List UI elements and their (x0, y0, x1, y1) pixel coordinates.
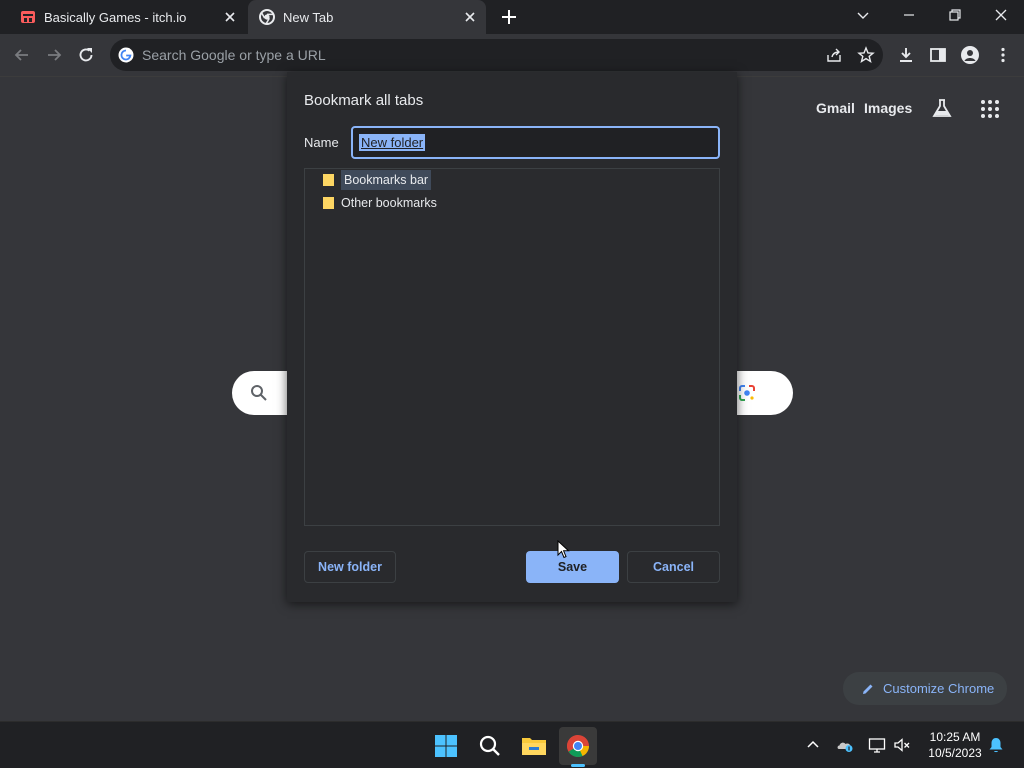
dialog-title: Bookmark all tabs (304, 92, 424, 109)
folder-tree[interactable]: Bookmarks bar Other bookmarks (304, 168, 720, 526)
notification-bell-icon[interactable] (987, 736, 1005, 754)
search-icon[interactable] (471, 727, 509, 765)
back-arrow-icon[interactable] (12, 45, 32, 65)
downloads-icon[interactable] (896, 45, 916, 65)
share-icon[interactable] (825, 46, 843, 64)
close-window-icon[interactable] (991, 5, 1011, 25)
file-explorer-icon[interactable] (515, 727, 553, 765)
google-lens-icon[interactable] (738, 384, 756, 402)
forward-arrow-icon[interactable] (44, 45, 64, 65)
reload-icon[interactable] (76, 45, 96, 65)
customize-chrome-label: Customize Chrome (883, 681, 995, 696)
omnibox[interactable]: Search Google or type a URL (110, 39, 883, 71)
bookmark-star-icon[interactable] (857, 46, 875, 64)
search-icon (250, 384, 268, 402)
minimize-icon[interactable] (899, 5, 919, 25)
folder-name-value[interactable]: New folder (359, 134, 426, 151)
pencil-icon (861, 682, 875, 696)
chrome-icon[interactable] (559, 727, 597, 765)
volume-muted-icon[interactable] (893, 736, 911, 754)
customize-chrome-button[interactable]: Customize Chrome (843, 672, 1007, 705)
system-clock[interactable]: 10:25 AM 10/5/2023 (920, 729, 990, 761)
side-panel-icon[interactable] (928, 45, 948, 65)
folder-icon (323, 196, 335, 210)
network-icon[interactable] (868, 736, 886, 754)
omnibox-placeholder: Search Google or type a URL (142, 47, 326, 63)
tab-strip: Basically Games - itch.io New Tab (0, 0, 1024, 34)
active-app-indicator (571, 764, 585, 767)
clock-date: 10/5/2023 (928, 746, 982, 760)
menu-kebab-icon[interactable] (993, 45, 1013, 65)
profile-avatar-icon[interactable] (960, 45, 980, 65)
browser-toolbar: Search Google or type a URL (0, 34, 1024, 77)
tab-basically-games[interactable]: Basically Games - itch.io (0, 0, 246, 34)
name-label: Name (304, 135, 339, 150)
close-tab-icon[interactable] (462, 9, 478, 25)
folder-icon (323, 173, 335, 187)
tab-title: New Tab (283, 9, 334, 25)
tree-item-bookmarks-bar[interactable]: Bookmarks bar (323, 169, 432, 191)
labs-flask-icon[interactable] (931, 97, 953, 119)
images-link[interactable]: Images (864, 100, 912, 116)
clock-time: 10:25 AM (929, 730, 981, 744)
close-tab-icon[interactable] (222, 9, 238, 25)
chrome-icon (259, 9, 275, 25)
tree-item-label: Other bookmarks (341, 196, 437, 210)
windows-start-icon[interactable] (427, 727, 465, 765)
save-button[interactable]: Save (526, 551, 619, 583)
tab-new-tab[interactable]: New Tab (248, 0, 486, 34)
itchio-icon (20, 9, 36, 25)
windows-taskbar: 10:25 AM 10/5/2023 (0, 721, 1024, 768)
new-tab-plus-icon[interactable] (499, 7, 519, 27)
new-folder-button[interactable]: New folder (304, 551, 396, 583)
apps-grid-icon[interactable] (979, 98, 1001, 120)
onedrive-cloud-icon[interactable] (836, 736, 854, 754)
restore-icon[interactable] (945, 5, 965, 25)
bookmark-all-tabs-dialog: Bookmark all tabs Name New folder Bookma… (287, 72, 737, 602)
google-g-icon (118, 47, 134, 63)
gmail-link[interactable]: Gmail (816, 100, 855, 116)
cancel-button[interactable]: Cancel (627, 551, 720, 583)
tree-item-other-bookmarks[interactable]: Other bookmarks (323, 192, 437, 214)
tab-search-chevron-icon[interactable] (853, 5, 873, 25)
show-hidden-icons-chevron-icon[interactable] (804, 736, 822, 754)
tab-title: Basically Games - itch.io (44, 9, 187, 25)
tree-item-label: Bookmarks bar (341, 170, 432, 190)
mouse-cursor-icon (557, 540, 570, 559)
